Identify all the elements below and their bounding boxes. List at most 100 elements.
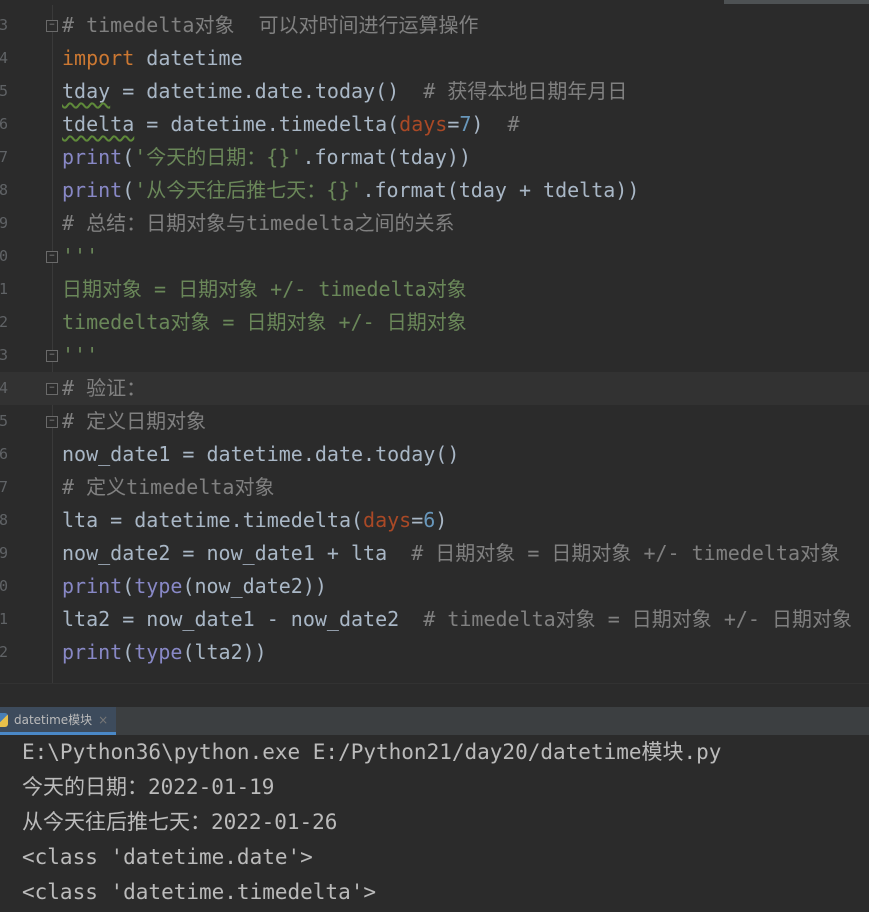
- code-token: timedelta对象 = 日期对象 +/- 日期对象: [62, 310, 467, 334]
- code-text: print(type(lta2)): [62, 636, 267, 669]
- code-line[interactable]: 4 import datetime: [0, 42, 869, 75]
- line-number: 4: [0, 379, 8, 397]
- code-line[interactable]: 3 − ''': [0, 339, 869, 372]
- console-line: 今天的日期：2022-01-19: [22, 775, 275, 799]
- code-token: lta = datetime.timedelta(: [62, 508, 364, 532]
- code-line[interactable]: 6 tdelta = datetime.timedelta(days=7) #: [0, 108, 869, 141]
- code-token: #: [507, 112, 520, 136]
- code-token: 日期对象 = 日期对象 +/- timedelta对象: [62, 277, 467, 301]
- line-number: 5: [0, 412, 8, 430]
- code-line[interactable]: 5 tday = datetime.date.today() # 获得本地日期年月…: [0, 75, 869, 108]
- code-editor[interactable]: 3− # timedelta对象 可以对时间进行运算操作 4 import datet…: [0, 0, 869, 683]
- code-text: ''': [62, 339, 98, 372]
- code-text: ''': [62, 240, 98, 273]
- code-token: ''': [62, 343, 99, 367]
- code-token: tday: [62, 79, 111, 103]
- code-token: 7: [459, 112, 472, 136]
- code-line[interactable]: 0 − ''': [0, 240, 869, 273]
- code-token: (: [122, 574, 135, 598]
- line-number: 8: [0, 181, 8, 199]
- code-token: (lta2)): [182, 640, 267, 664]
- code-line[interactable]: 0 print(type(now_date2)): [0, 570, 869, 603]
- fold-toggle-icon[interactable]: −: [46, 350, 58, 362]
- code-line[interactable]: 5 − # 定义日期对象: [0, 405, 869, 438]
- code-line[interactable]: 1 lta2 = now_date1 - now_date2 # timedelt…: [0, 603, 869, 636]
- close-icon[interactable]: ×: [98, 713, 108, 727]
- line-number: 5: [0, 82, 8, 100]
- code-token: =: [447, 112, 460, 136]
- line-number: 3: [0, 346, 8, 364]
- line-number: 8: [0, 511, 8, 529]
- fold-toggle-icon[interactable]: −: [46, 383, 58, 395]
- run-tab[interactable]: datetime模块 ×: [0, 707, 116, 735]
- code-token: days: [399, 112, 448, 136]
- code-text: # 定义timedelta对象: [62, 471, 274, 504]
- code-text: tdelta = datetime.timedelta(days=7) #: [62, 108, 520, 141]
- code-line[interactable]: 9 # 总结：日期对象与timedelta之间的关系: [0, 207, 869, 240]
- code-text: print(type(now_date2)): [62, 570, 327, 603]
- run-console[interactable]: E:\Python36\python.exe E:/Python21/day20…: [0, 735, 869, 912]
- code-token: .format(tday)): [302, 145, 472, 169]
- code-token: days: [363, 508, 412, 532]
- code-text: # 总结：日期对象与timedelta之间的关系: [62, 207, 454, 240]
- code-token: print: [62, 574, 123, 598]
- code-text: print('今天的日期：{}'.format(tday)): [62, 141, 471, 174]
- code-token: print: [62, 178, 123, 202]
- code-token: # 定义timedelta对象: [62, 475, 275, 499]
- fold-toggle-icon[interactable]: −: [46, 20, 58, 32]
- code-token: = datetime.timedelta(: [134, 112, 400, 136]
- code-token: (: [122, 640, 135, 664]
- code-token: # timedelta对象 可以对时间进行运算操作: [62, 13, 479, 37]
- code-line[interactable]: 7 # 定义timedelta对象: [0, 471, 869, 504]
- code-token: # timedelta对象 = 日期对象 +/- 日期对象: [423, 607, 853, 631]
- code-token: type: [134, 574, 183, 598]
- code-line[interactable]: 2 print(type(lta2)): [0, 636, 869, 669]
- code-token: # 日期对象 = 日期对象 +/- timedelta对象: [411, 541, 840, 565]
- line-number: 1: [0, 610, 8, 628]
- code-line[interactable]: 8 lta = datetime.timedelta(days=6): [0, 504, 869, 537]
- code-token: now_date2 = now_date1 + lta: [62, 541, 412, 565]
- line-number: 6: [0, 445, 8, 463]
- code-text: timedelta对象 = 日期对象 +/- 日期对象: [62, 306, 467, 339]
- line-number: 7: [0, 478, 8, 496]
- console-line: 从今天往后推七天：2022-01-26: [22, 810, 338, 834]
- code-token: '今天的日期：{}': [134, 145, 303, 169]
- code-text: lta = datetime.timedelta(days=6): [62, 504, 447, 537]
- console-line: E:\Python36\python.exe E:/Python21/day20…: [22, 740, 722, 764]
- code-line[interactable]: 9 now_date2 = now_date1 + lta # 日期对象 = 日期…: [0, 537, 869, 570]
- panel-divider[interactable]: [0, 683, 869, 708]
- code-text: tday = datetime.date.today() # 获得本地日期年月日: [62, 75, 627, 108]
- code-line[interactable]: 3 − # timedelta对象 可以对时间进行运算操作: [0, 9, 869, 42]
- code-token: (: [122, 145, 135, 169]
- python-icon: [0, 712, 8, 727]
- code-line[interactable]: 1 日期对象 = 日期对象 +/- timedelta对象: [0, 273, 869, 306]
- horizontal-scrollbar[interactable]: [724, 0, 869, 4]
- run-tab-bar: datetime模块 ×: [0, 707, 869, 735]
- code-text: print('从今天往后推七天：{}'.format(tday + tdelta…: [62, 174, 639, 207]
- code-token: print: [62, 145, 123, 169]
- line-number: 0: [0, 247, 8, 265]
- line-number: 4: [0, 49, 8, 67]
- line-number: 0: [0, 577, 8, 595]
- code-token: .format(tday + tdelta)): [362, 178, 640, 202]
- code-line[interactable]: 2 timedelta对象 = 日期对象 +/- 日期对象: [0, 306, 869, 339]
- console-line: <class 'datetime.date'>: [22, 845, 313, 869]
- code-token: = datetime.date.today(): [110, 79, 424, 103]
- line-number: 7: [0, 148, 8, 166]
- code-line[interactable]: 8 print('从今天往后推七天：{}'.format(tday + tdelt…: [0, 174, 869, 207]
- line-number: 1: [0, 280, 8, 298]
- code-line[interactable]: 4 − # 验证：: [0, 372, 869, 405]
- code-token: ): [435, 508, 448, 532]
- code-token: now_date1 = datetime.date.today(): [62, 442, 460, 466]
- fold-toggle-icon[interactable]: −: [46, 251, 58, 263]
- code-text: lta2 = now_date1 - now_date2 # timedelta…: [62, 603, 852, 636]
- code-token: datetime: [134, 46, 243, 70]
- code-line[interactable]: 6 now_date1 = datetime.date.today(): [0, 438, 869, 471]
- line-number: 2: [0, 643, 8, 661]
- code-token: # 总结：日期对象与timedelta之间的关系: [62, 211, 455, 235]
- code-token: 6: [423, 508, 436, 532]
- code-token: '从今天往后推七天：{}': [134, 178, 363, 202]
- code-text: import datetime: [62, 42, 243, 75]
- fold-toggle-icon[interactable]: −: [46, 416, 58, 428]
- code-line[interactable]: 7 print('今天的日期：{}'.format(tday)): [0, 141, 869, 174]
